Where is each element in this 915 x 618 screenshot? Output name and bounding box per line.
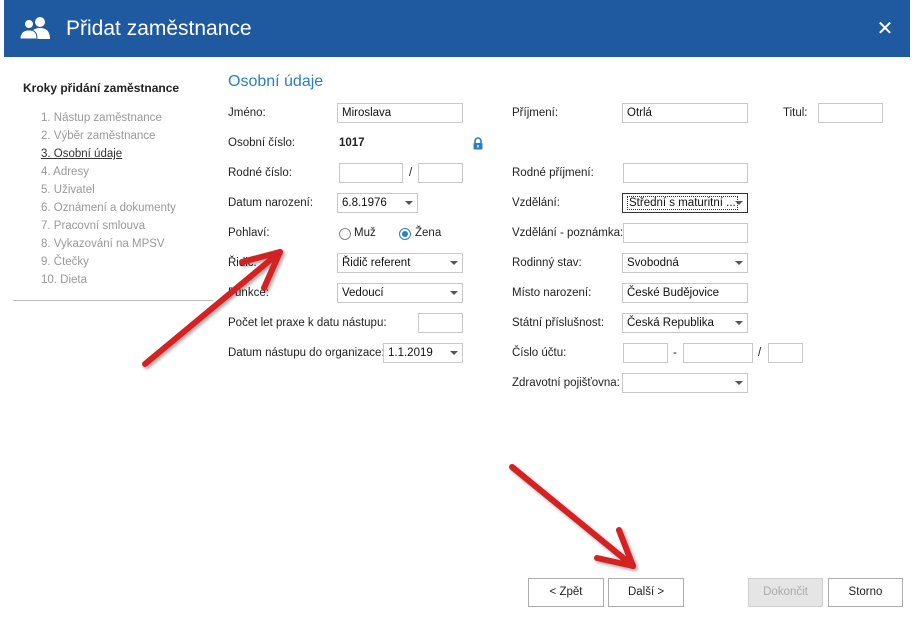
misto-narozeni-label: Místo narození: bbox=[512, 287, 592, 299]
datum-nastupu-value: 1.1.2019 bbox=[388, 347, 433, 359]
pohlavi-muz-label[interactable]: Muž bbox=[354, 227, 376, 239]
jmeno-label: Jméno: bbox=[228, 107, 266, 119]
cislo-uctu-separator-slash: / bbox=[758, 347, 762, 359]
chevron-down-icon bbox=[735, 261, 743, 265]
datum-nastupu-label: Datum nástupu do organizace: bbox=[228, 347, 385, 359]
back-button[interactable]: < Zpět bbox=[528, 578, 604, 607]
statni-prislusnost-label: Státní příslušnost: bbox=[512, 317, 605, 329]
annotation-arrow-to-next bbox=[509, 464, 636, 569]
step-item[interactable]: 4. Adresy bbox=[41, 165, 176, 183]
close-icon[interactable]: ✕ bbox=[874, 17, 896, 39]
rodne-cislo-input-1[interactable] bbox=[339, 163, 403, 183]
cislo-uctu-cislo-input[interactable] bbox=[683, 343, 753, 363]
chevron-down-icon bbox=[735, 381, 743, 385]
cislo-uctu-label: Číslo účtu: bbox=[512, 347, 567, 359]
rodinny-stav-dropdown[interactable]: Svobodná bbox=[622, 253, 748, 273]
chevron-down-icon bbox=[405, 201, 413, 205]
step-item[interactable]: 5. Uživatel bbox=[41, 183, 176, 201]
chevron-down-icon bbox=[735, 201, 743, 205]
next-button[interactable]: Další > bbox=[608, 578, 684, 607]
pohlavi-zena-radio[interactable] bbox=[399, 228, 411, 240]
prijmeni-label: Příjmení: bbox=[512, 107, 559, 119]
statni-prislusnost-dropdown[interactable]: Česká Republika bbox=[622, 313, 748, 333]
zdravotni-pojistovna-label: Zdravotní pojišťovna: bbox=[512, 377, 620, 389]
pohlavi-muz-radio[interactable] bbox=[339, 228, 351, 240]
praxe-label: Počet let praxe k datu nástupu: bbox=[228, 317, 387, 329]
vzdelani-dropdown[interactable]: Střední s maturitní ... bbox=[622, 193, 748, 213]
datum-narozeni-dropdown[interactable]: 6.8.1976 bbox=[337, 193, 418, 213]
funkce-dropdown[interactable]: Vedoucí bbox=[337, 283, 463, 303]
chevron-down-icon bbox=[450, 291, 458, 295]
rodne-prijmeni-label: Rodné příjmení: bbox=[512, 167, 594, 179]
rodne-cislo-input-2[interactable] bbox=[418, 163, 463, 183]
ridic-dropdown[interactable]: Řidič referent bbox=[337, 253, 463, 273]
osobni-cislo-label: Osobní číslo: bbox=[228, 137, 296, 149]
datum-narozeni-value: 6.8.1976 bbox=[342, 197, 387, 209]
cislo-uctu-predcisli-input[interactable] bbox=[623, 343, 668, 363]
window-title: Přidat zaměstnance bbox=[66, 17, 252, 40]
datum-narozeni-label: Datum narození: bbox=[228, 197, 314, 209]
sidebar-divider bbox=[13, 300, 213, 301]
misto-narozeni-input[interactable]: České Budějovice bbox=[622, 283, 748, 303]
finish-button: Dokončit bbox=[748, 578, 823, 607]
ridic-value: Řidič referent bbox=[342, 257, 411, 269]
step-item[interactable]: 2. Výběr zaměstnance bbox=[41, 129, 176, 147]
step-item[interactable]: 1. Nástup zaměstnance bbox=[41, 111, 176, 129]
titul-label: Titul: bbox=[783, 107, 808, 119]
step-item[interactable]: 9. Čtečky bbox=[41, 255, 176, 273]
step-item[interactable]: 6. Oznámení a dokumenty bbox=[41, 201, 176, 219]
users-icon bbox=[20, 17, 50, 40]
ridic-label: Řidič: bbox=[228, 257, 257, 269]
rodinny-stav-value: Svobodná bbox=[627, 257, 679, 269]
chevron-down-icon bbox=[450, 261, 458, 265]
zdravotni-pojistovna-dropdown[interactable] bbox=[622, 373, 748, 393]
jmeno-input[interactable]: Miroslava bbox=[337, 103, 463, 123]
pohlavi-zena-label[interactable]: Žena bbox=[415, 227, 441, 239]
osobni-cislo-value: 1017 bbox=[339, 137, 365, 149]
funkce-value: Vedoucí bbox=[342, 287, 384, 299]
praxe-input[interactable] bbox=[418, 313, 463, 333]
window-titlebar: Přidat zaměstnance ✕ bbox=[4, 0, 910, 57]
rodinny-stav-label: Rodinný stav: bbox=[512, 257, 582, 269]
rodne-cislo-label: Rodné číslo: bbox=[228, 167, 292, 179]
vzdelani-label: Vzdělání: bbox=[512, 197, 560, 209]
rodne-prijmeni-input[interactable] bbox=[623, 163, 748, 183]
cislo-uctu-kod-banky-input[interactable] bbox=[768, 343, 803, 363]
prijmeni-input[interactable]: Otrlá bbox=[622, 103, 748, 123]
step-item[interactable]: 8. Vykazování na MPSV bbox=[41, 237, 176, 255]
vzdelani-poznamka-input[interactable] bbox=[623, 223, 748, 243]
chevron-down-icon bbox=[450, 351, 458, 355]
titul-input[interactable] bbox=[818, 103, 883, 123]
cancel-button[interactable]: Storno bbox=[828, 578, 903, 607]
vzdelani-poznamka-label: Vzdělání - poznámka: bbox=[512, 227, 624, 239]
datum-nastupu-dropdown[interactable]: 1.1.2019 bbox=[383, 343, 463, 363]
lock-icon bbox=[473, 137, 483, 150]
chevron-down-icon bbox=[735, 321, 743, 325]
step-item[interactable]: 10. Dieta bbox=[41, 273, 176, 291]
step-item-active[interactable]: 3. Osobní údaje bbox=[41, 147, 176, 165]
cislo-uctu-separator-dash: - bbox=[673, 347, 677, 359]
steps-list: 1. Nástup zaměstnance 2. Výběr zaměstnan… bbox=[41, 111, 176, 291]
pohlavi-label: Pohlaví: bbox=[228, 227, 270, 239]
rodne-cislo-separator: / bbox=[409, 167, 413, 179]
funkce-label: Funkce: bbox=[228, 287, 269, 299]
statni-prislusnost-value: Česká Republika bbox=[627, 317, 714, 329]
vzdelani-value: Střední s maturitní ... bbox=[627, 196, 738, 210]
section-title: Osobní údaje bbox=[228, 73, 324, 90]
steps-title: Kroky přidání zaměstnance bbox=[23, 81, 180, 95]
step-item[interactable]: 7. Pracovní smlouva bbox=[41, 219, 176, 237]
